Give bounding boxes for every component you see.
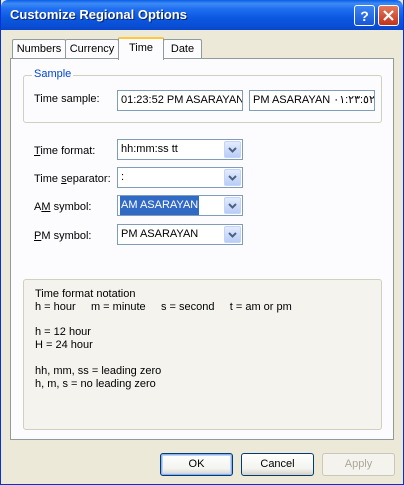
chevron-down-icon[interactable] <box>224 197 241 214</box>
time-sample-label: Time sample: <box>34 93 100 105</box>
help-button[interactable]: ? <box>354 5 375 26</box>
tab-date[interactable]: Date <box>163 39 202 59</box>
notation-line: h, m, s = no leading zero <box>35 378 156 390</box>
help-icon: ? <box>360 7 369 24</box>
close-button[interactable] <box>378 5 399 26</box>
notation-line: H = 24 hour <box>35 339 93 351</box>
tab-time[interactable]: Time <box>118 37 164 60</box>
notation-line: h = hour m = minute s = second t = am or… <box>35 301 292 313</box>
sample-group: Sample Time sample: 01:23:52 PM ASARAYAN… <box>23 68 382 123</box>
dialog-window: Customize Regional Options ? Numbers Cur… <box>0 0 404 485</box>
sample-group-title: Sample <box>32 68 74 80</box>
title-bar[interactable]: Customize Regional Options ? <box>1 0 403 30</box>
am-symbol-combo[interactable]: AM ASARAYAN <box>117 195 243 216</box>
time-separator-value: : <box>121 171 125 183</box>
chevron-down-icon[interactable] <box>224 169 241 186</box>
am-symbol-label: AM symbol: <box>34 201 92 213</box>
chevron-down-icon[interactable] <box>224 141 241 158</box>
notation-heading: Time format notation <box>35 288 136 300</box>
pm-symbol-label: PM symbol: <box>34 230 92 242</box>
chevron-down-icon[interactable] <box>224 226 241 243</box>
tab-numbers[interactable]: Numbers <box>12 39 66 59</box>
tab-currency[interactable]: Currency <box>65 39 119 59</box>
window-title: Customize Regional Options <box>10 7 187 22</box>
notation-line: h = 12 hour <box>35 326 91 338</box>
pm-symbol-combo[interactable]: PM ASARAYAN <box>117 224 243 245</box>
time-separator-combo[interactable]: : <box>117 167 243 188</box>
ok-button[interactable]: OK <box>160 453 233 476</box>
cancel-button[interactable]: Cancel <box>241 453 314 476</box>
time-format-notation-box: Time format notation h = hour m = minute… <box>23 279 382 430</box>
notation-line: hh, mm, ss = leading zero <box>35 365 162 377</box>
am-symbol-value[interactable]: AM ASARAYAN <box>120 196 200 215</box>
time-tab-panel: Sample Time sample: 01:23:52 PM ASARAYAN… <box>10 58 394 440</box>
time-format-value: hh:mm:ss tt <box>121 143 178 155</box>
time-sample-ltr: 01:23:52 PM ASARAYAN <box>117 90 243 111</box>
time-format-label: Time format: <box>34 145 96 157</box>
close-icon <box>383 10 394 21</box>
pm-symbol-value: PM ASARAYAN <box>121 228 199 240</box>
apply-button[interactable]: Apply <box>322 453 395 476</box>
apply-button-label: Apply <box>344 458 373 470</box>
time-separator-label: Time separator: <box>34 173 111 185</box>
time-format-combo[interactable]: hh:mm:ss tt <box>117 139 243 160</box>
time-sample-rtl: PM ASARAYAN ٠١:٢٣:٥٢ <box>249 90 375 111</box>
